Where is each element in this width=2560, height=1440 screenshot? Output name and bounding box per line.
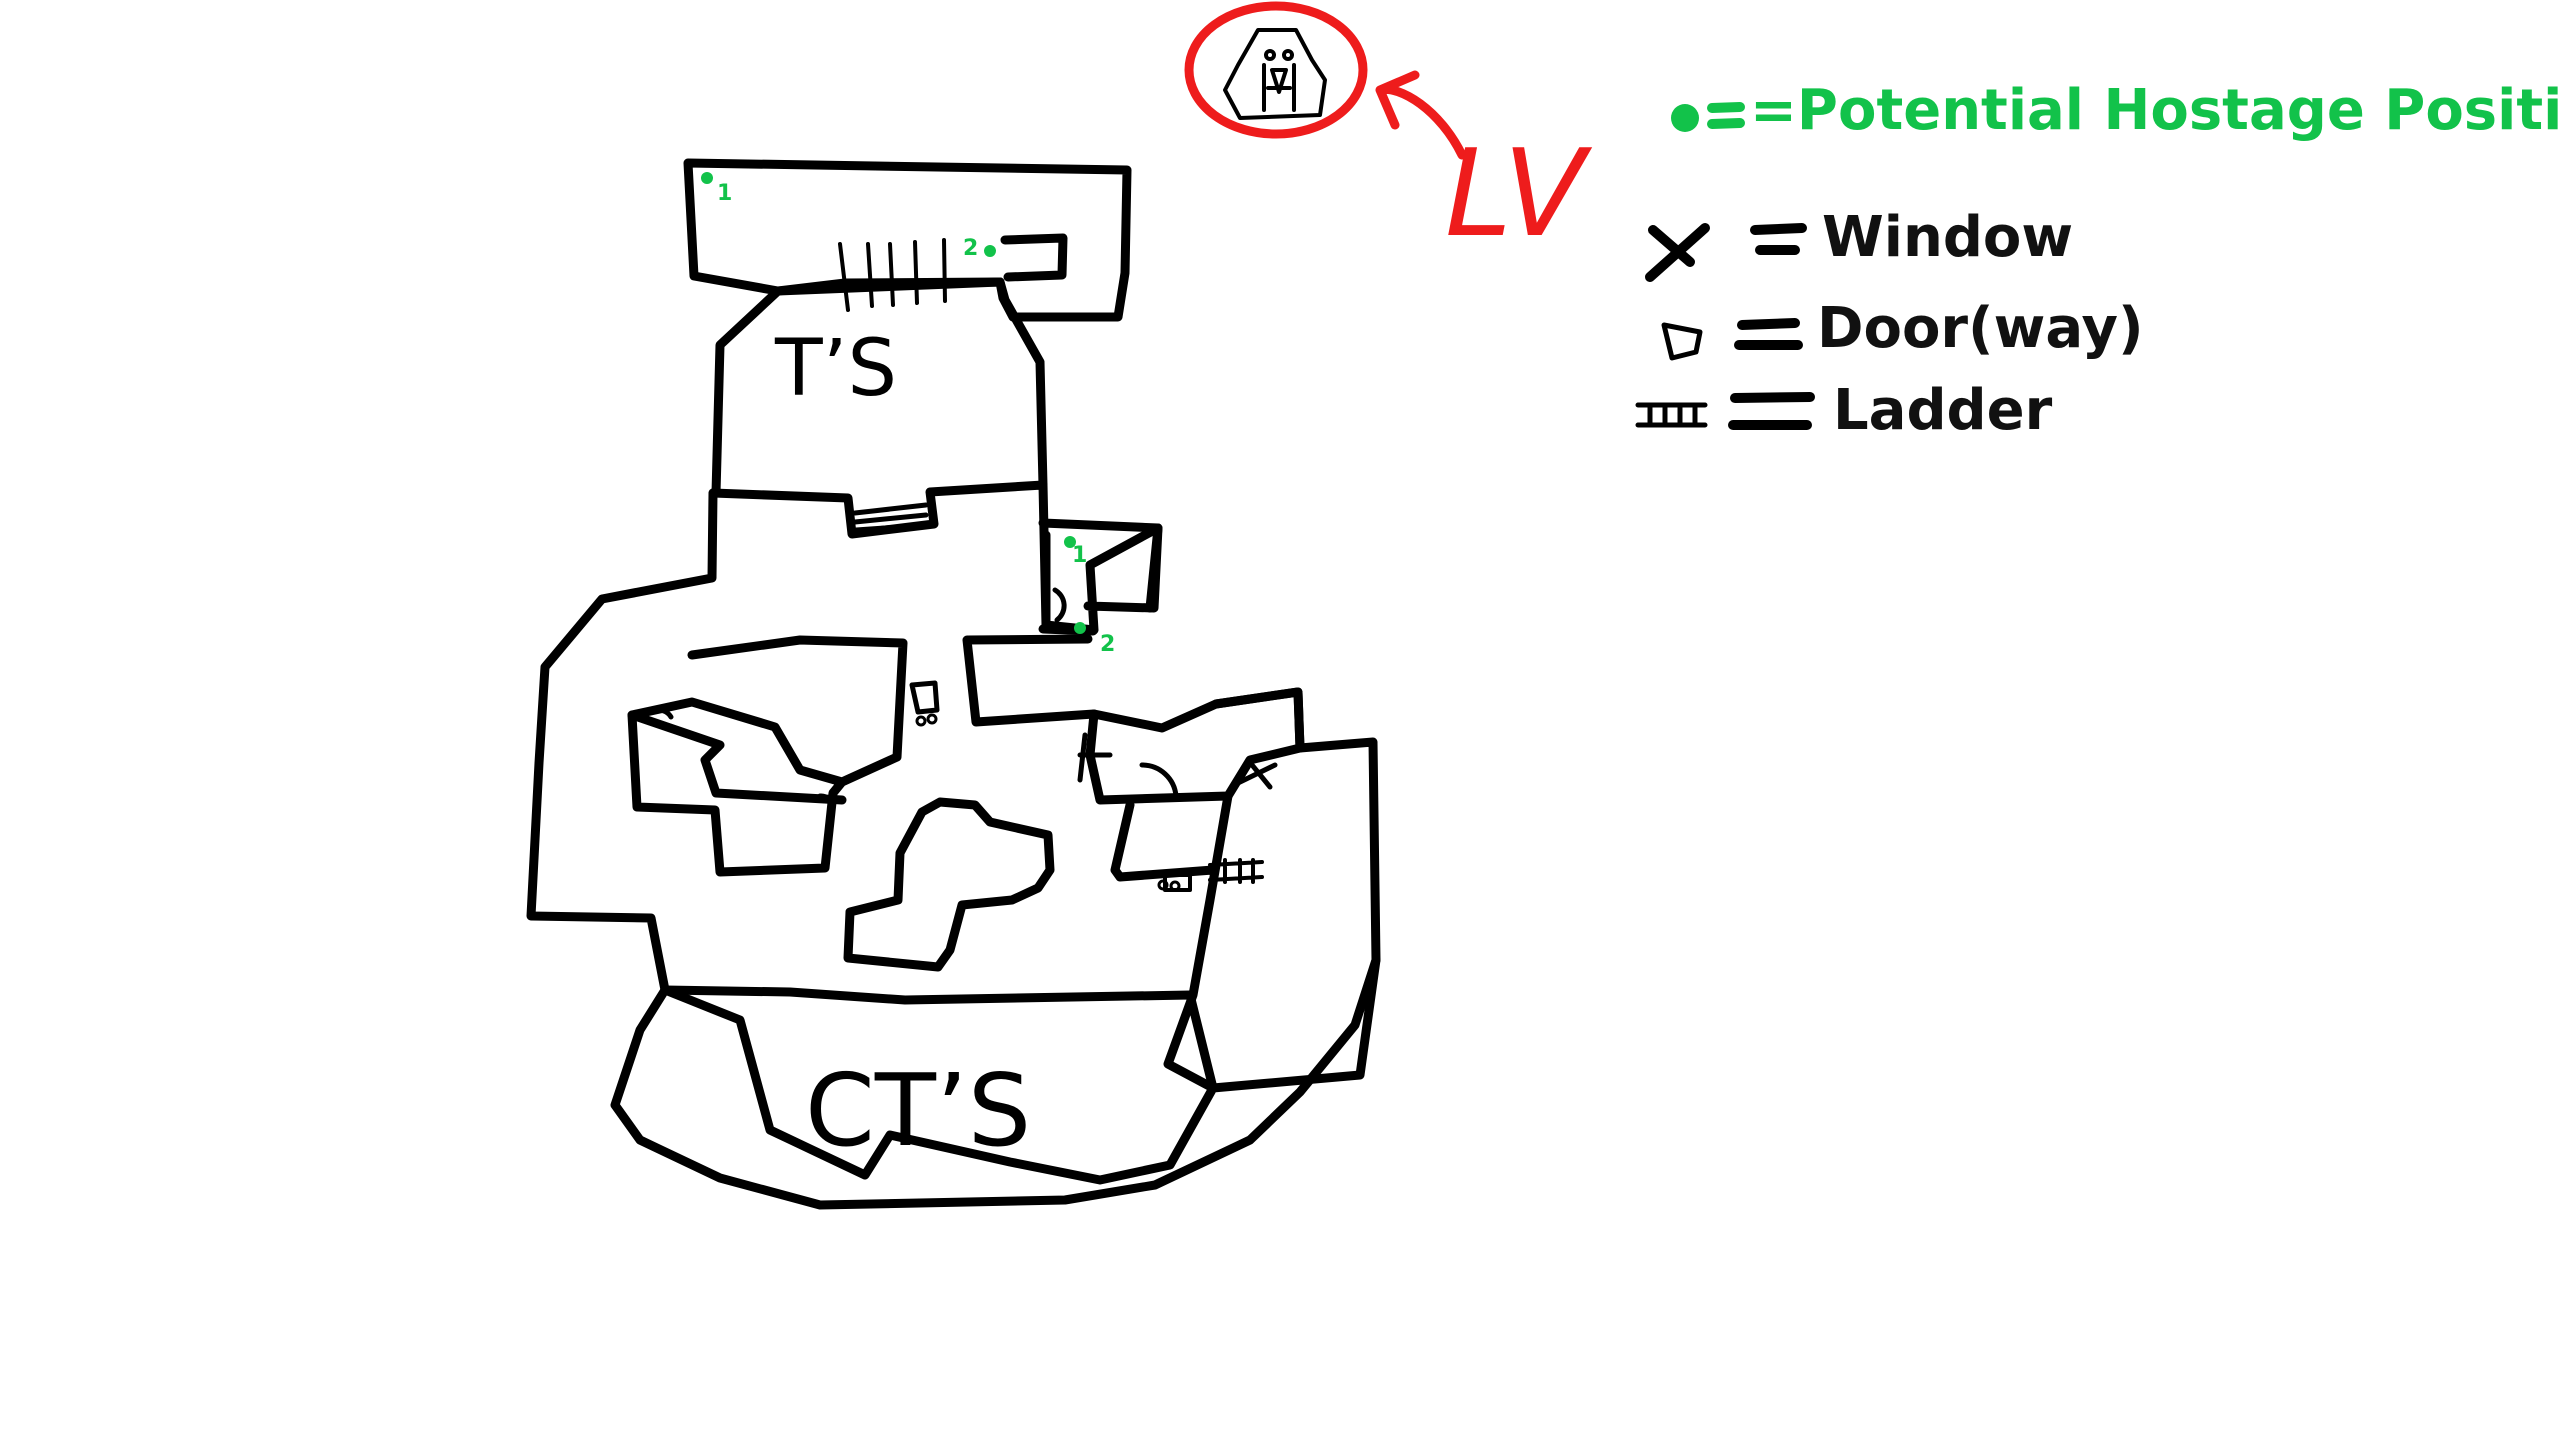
door-arc-icon: [1661, 322, 1703, 361]
left-room-jog: [627, 710, 847, 805]
top-corridor-doorstub: [1000, 233, 1068, 282]
t-spawn-label: T’S: [774, 324, 897, 414]
window-eq: [1750, 223, 1807, 255]
hostage-dot: [701, 172, 713, 184]
hostage-dot: [984, 245, 996, 257]
legend-door-label: Door(way): [1817, 296, 2144, 361]
cross-icon: [1645, 223, 1710, 282]
hostage-face-logo: [1223, 28, 1327, 120]
legend-ladder-label: Ladder: [1833, 378, 2053, 443]
ct-spawn-label: CT’S: [805, 1052, 1031, 1169]
hostage-legend-eq: [1707, 102, 1745, 129]
crate-circle: [926, 713, 938, 725]
hostage-legend-dot: [1671, 104, 1699, 132]
map-walls: [526, 158, 1381, 1210]
author-initials: LV: [1445, 125, 1593, 264]
window-marks: [1077, 732, 1278, 790]
legend-icons: [1635, 102, 1815, 430]
mid-band-wall: [708, 480, 1163, 635]
legend-window-label: Window: [1822, 205, 2074, 270]
hostage-number: 1: [717, 181, 732, 206]
right-inner-wall: [1110, 791, 1233, 1093]
mid-band-left-wall: [526, 488, 718, 995]
left-room-wall: [627, 635, 908, 877]
ladder-marks: [838, 238, 1264, 884]
ladder-eq: [1728, 392, 1815, 430]
hostage-number: 1: [1072, 543, 1087, 568]
map-drawing: 1 2 1 2 T’S CT’S LV: [526, 1, 1815, 1210]
hostage-number: 2: [963, 236, 978, 261]
ladder-icon: [1635, 402, 1708, 428]
crate-circle: [915, 715, 927, 727]
door-eq: [1734, 318, 1803, 350]
stairs-lines: [852, 502, 931, 533]
central-blob-wall: [843, 797, 1055, 972]
hostage-dot: [1074, 622, 1086, 634]
legend-hostage-label: =Potential Hostage Positions: [1750, 78, 2560, 143]
crate-circle: [1169, 880, 1181, 892]
hostage-number: 2: [1100, 632, 1115, 657]
